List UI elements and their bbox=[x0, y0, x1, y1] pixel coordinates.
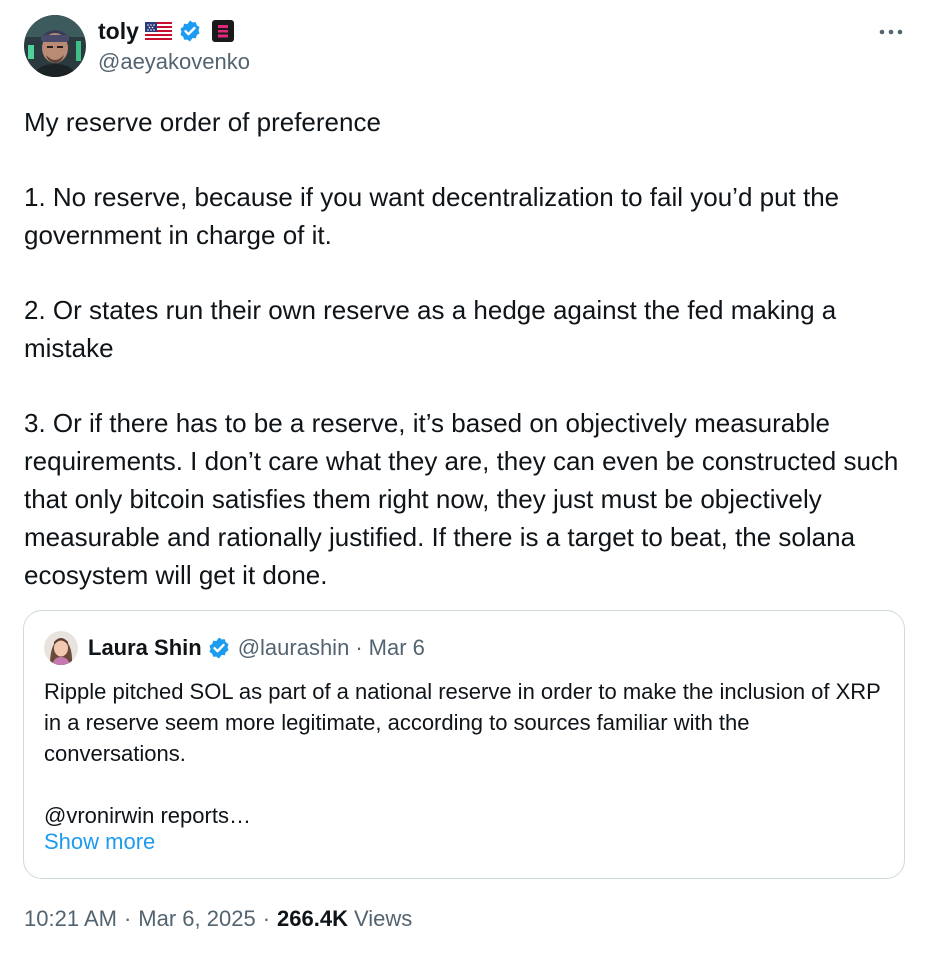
quoted-separator: · bbox=[355, 635, 363, 660]
meta-separator: · bbox=[123, 906, 132, 931]
author-avatar[interactable] bbox=[24, 15, 86, 77]
meta-separator: · bbox=[262, 906, 271, 931]
verified-badge-icon[interactable] bbox=[178, 19, 202, 43]
quoted-paragraph: @vronirwin reports… bbox=[44, 803, 251, 828]
show-more-link[interactable]: Show more bbox=[44, 829, 155, 855]
tweet-paragraph: 1. No reserve, because if you want decen… bbox=[24, 182, 840, 250]
quoted-paragraph: Ripple pitched SOL as part of a national… bbox=[44, 679, 881, 766]
tweet-metadata: 10:21 AM · Mar 6, 2025 · 266.4K Views bbox=[24, 906, 412, 932]
more-horizontal-icon[interactable] bbox=[876, 21, 906, 43]
quoted-author-handle[interactable]: @laurashin bbox=[238, 635, 350, 661]
tweet: toly @aeyakovenko My reserve order of pr… bbox=[0, 0, 936, 958]
author-name-row: toly bbox=[98, 16, 234, 46]
author-handle[interactable]: @aeyakovenko bbox=[98, 49, 250, 75]
quoted-date[interactable]: Mar 6 bbox=[369, 635, 425, 661]
verified-badge-icon bbox=[207, 636, 231, 660]
tweet-date[interactable]: Mar 6, 2025 bbox=[138, 906, 255, 932]
views-label: Views bbox=[353, 906, 413, 931]
tweet-text: My reserve order of preference 1. No res… bbox=[24, 103, 914, 594]
tweet-paragraph: 2. Or states run their own reserve as a … bbox=[24, 295, 837, 363]
tweet-paragraph: 3. Or if there has to be a reserve, it’s… bbox=[24, 408, 899, 590]
quoted-author-avatar[interactable] bbox=[44, 631, 78, 665]
affiliate-logo-icon[interactable] bbox=[211, 20, 234, 42]
quoted-author-name[interactable]: Laura Shin bbox=[88, 635, 202, 661]
quoted-tweet-text: Ripple pitched SOL as part of a national… bbox=[44, 676, 889, 831]
quoted-tweet-header: Laura Shin @laurashin · Mar 6 bbox=[44, 631, 425, 665]
views-count[interactable]: 266.4K bbox=[277, 906, 348, 932]
tweet-time[interactable]: 10:21 AM bbox=[24, 906, 117, 932]
author-display-name[interactable]: toly bbox=[98, 18, 139, 45]
us-flag-icon bbox=[144, 22, 172, 40]
quoted-tweet[interactable]: Laura Shin @laurashin · Mar 6 Ripple pit… bbox=[23, 610, 905, 879]
tweet-paragraph: My reserve order of preference bbox=[24, 107, 381, 137]
